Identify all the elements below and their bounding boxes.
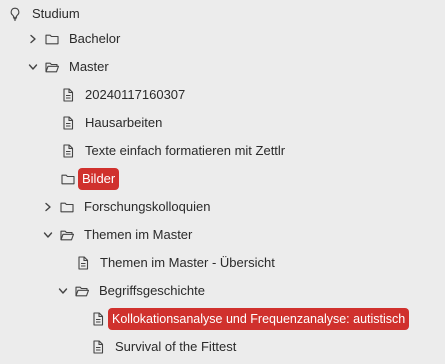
tree-item-label: Themen im Master - Übersicht	[100, 255, 275, 270]
bulb-icon	[8, 7, 22, 21]
tree-item-file[interactable]: Survival of the Fittest	[0, 333, 445, 361]
file-icon	[91, 312, 105, 326]
tree-item-label: Begriffsgeschichte	[99, 283, 205, 298]
tree-item-bilder[interactable]: Bilder	[0, 165, 445, 193]
tree-item-label: Themen im Master	[84, 227, 193, 242]
tree-item-label: 20240117160307	[85, 87, 186, 102]
folder-open-icon	[75, 284, 89, 298]
folder-icon	[61, 172, 75, 186]
tree-item-begriffsgeschichte[interactable]: Begriffsgeschichte	[0, 277, 445, 305]
file-icon	[61, 144, 75, 158]
folder-open-icon	[45, 60, 59, 74]
tree-item-studium[interactable]: Studium	[0, 0, 445, 28]
tree-item-label: Forschungskolloquien	[84, 199, 211, 214]
tree-item-master[interactable]: Master	[0, 53, 445, 81]
tree-item-label: Master	[69, 59, 109, 74]
file-icon	[76, 256, 90, 270]
file-icon	[91, 340, 105, 354]
chevron-right-icon[interactable]	[42, 201, 54, 213]
chevron-down-icon[interactable]	[42, 229, 54, 241]
file-icon	[61, 116, 75, 130]
tree-item-label: Bilder	[78, 168, 120, 190]
folder-open-icon	[60, 228, 74, 242]
file-icon	[61, 88, 75, 102]
tree-item-forschungskolloquien[interactable]: Forschungskolloquien	[0, 193, 445, 221]
tree-item-label: Studium	[32, 6, 80, 21]
file-tree: Studium Bachelor Master 20240117160307 H…	[0, 0, 445, 364]
folder-icon	[45, 32, 59, 46]
tree-item-file[interactable]: Texte einfach formatieren mit Zettlr	[0, 137, 445, 165]
tree-item-file[interactable]: Hausarbeiten	[0, 109, 445, 137]
tree-item-label: Texte einfach formatieren mit Zettlr	[85, 143, 286, 158]
tree-item-file[interactable]: Themen im Master - Übersicht	[0, 249, 445, 277]
folder-icon	[60, 200, 74, 214]
tree-item-bachelor[interactable]: Bachelor	[0, 25, 445, 53]
tree-item-label: Hausarbeiten	[85, 115, 163, 130]
chevron-down-icon[interactable]	[57, 285, 69, 297]
tree-item-label: Survival of the Fittest	[115, 339, 237, 354]
tree-item-label: Bachelor	[69, 31, 121, 46]
tree-item-themen-im-master[interactable]: Themen im Master	[0, 221, 445, 249]
chevron-down-icon[interactable]	[27, 61, 39, 73]
tree-item-file[interactable]: 20240117160307	[0, 81, 445, 109]
tree-item-kollokationsanalyse[interactable]: Kollokationsanalyse und Frequenzanalyse:…	[0, 305, 445, 333]
chevron-right-icon[interactable]	[27, 33, 39, 45]
tree-item-label: Kollokationsanalyse und Frequenzanalyse:…	[108, 308, 410, 330]
